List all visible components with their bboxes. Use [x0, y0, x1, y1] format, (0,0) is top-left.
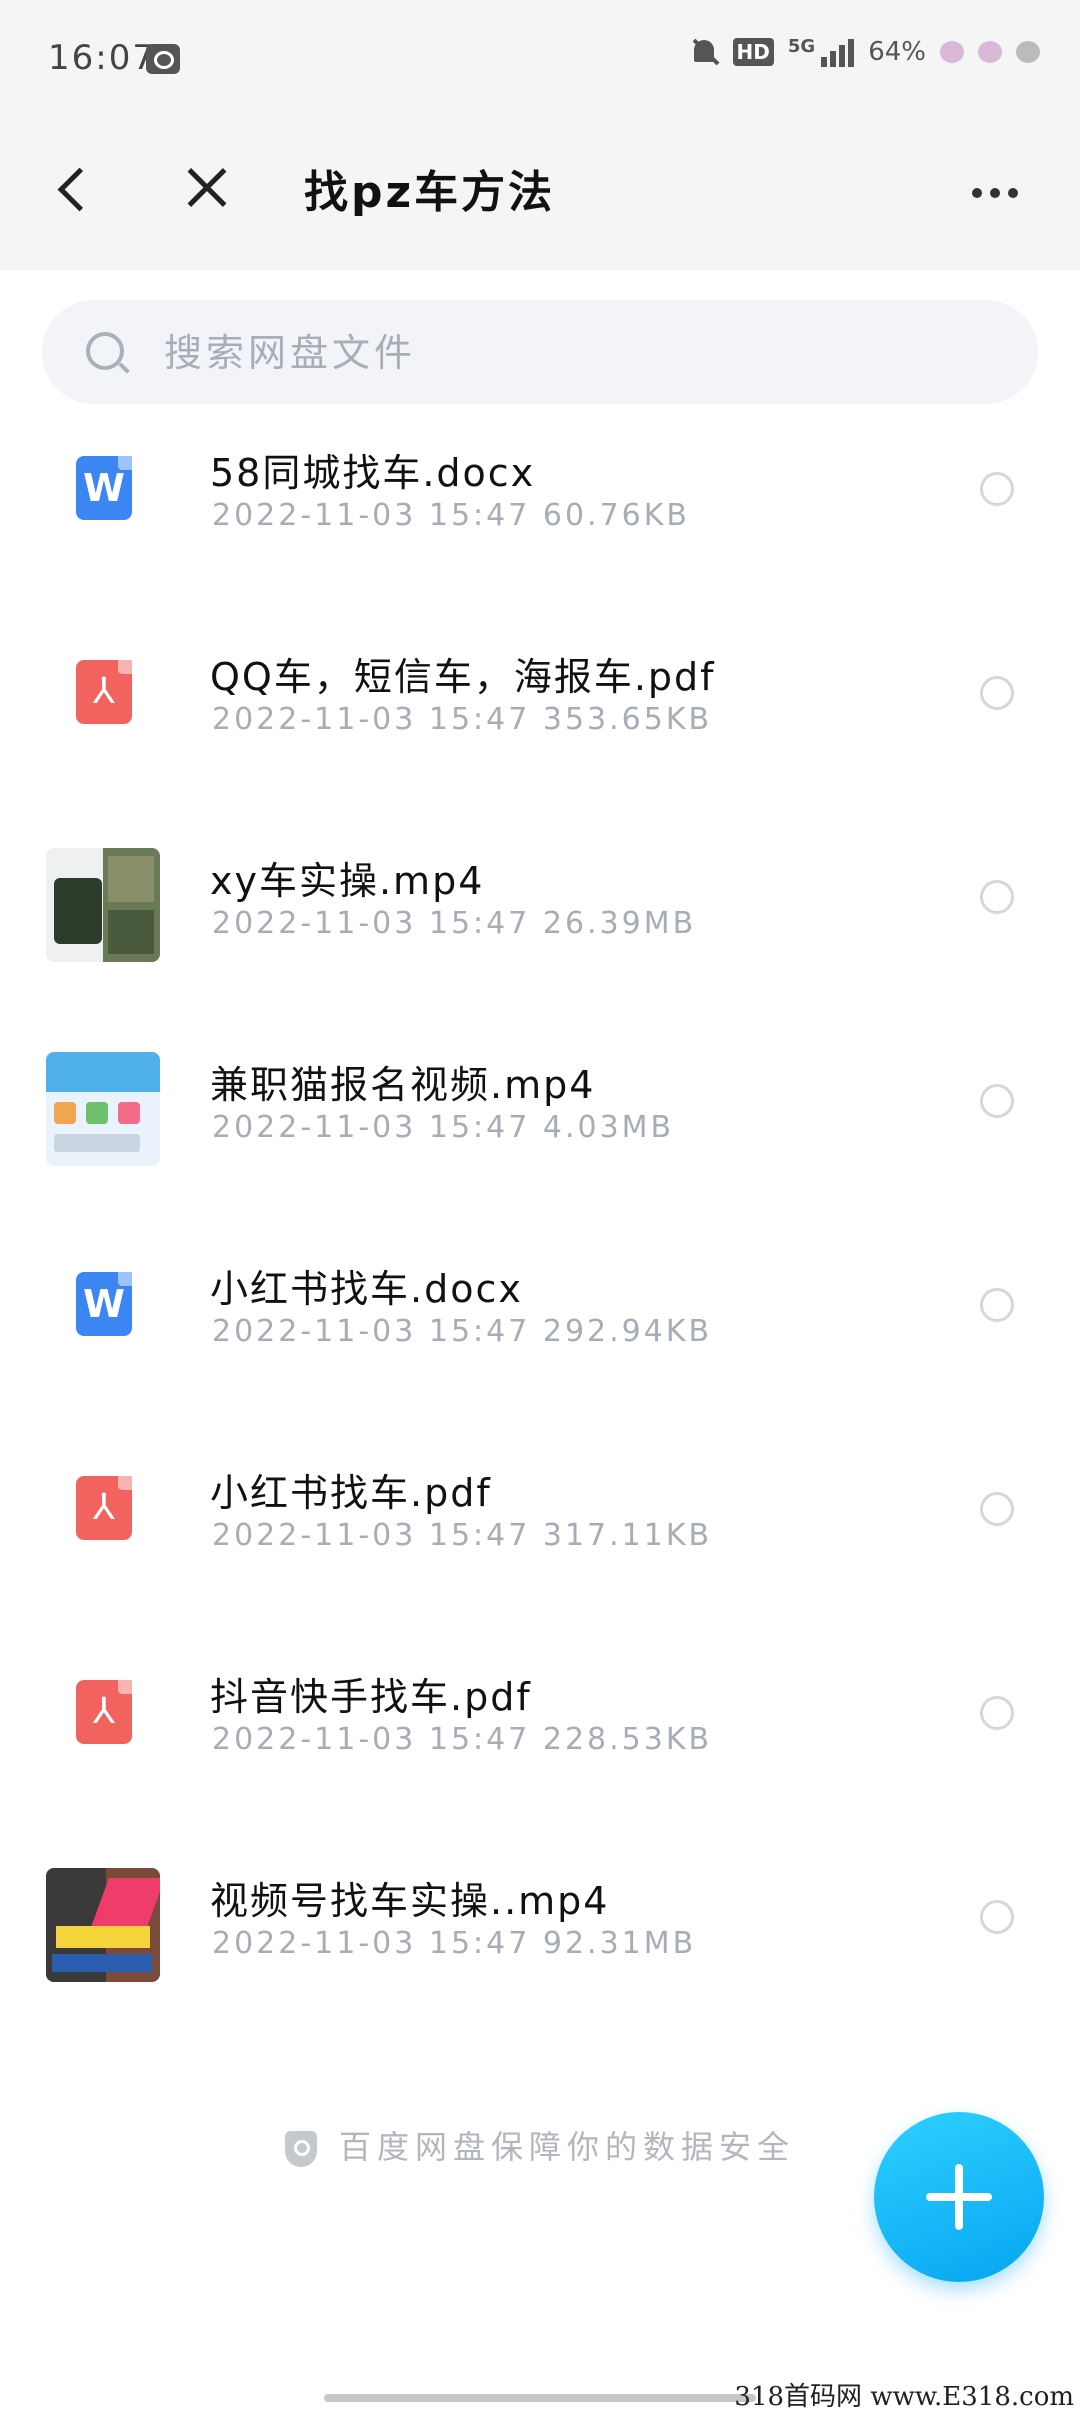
select-radio[interactable] — [980, 676, 1014, 710]
file-row[interactable]: 视频号找车实操..mp4 2022-11-03 15:47 92.31MB — [0, 1848, 1080, 2052]
close-button[interactable] — [178, 158, 238, 218]
word-file-icon: W — [76, 1272, 132, 1336]
file-row[interactable]: 兼职猫报名视频.mp4 2022-11-03 15:47 4.03MB — [0, 1032, 1080, 1236]
shield-icon — [284, 2131, 317, 2167]
file-name: xy车实操.mp4 — [210, 859, 485, 903]
file-name: 抖音快手找车.pdf — [210, 1675, 532, 1719]
file-meta: 2022-11-03 15:47 4.03MB — [212, 1110, 675, 1145]
add-button[interactable] — [874, 2112, 1044, 2282]
more-options-button[interactable] — [950, 168, 1040, 218]
watermark: 318首码网 www.E318.com — [734, 2382, 1074, 2412]
select-radio[interactable] — [980, 1084, 1014, 1118]
battery-level: 64% — [868, 37, 926, 67]
cloud-app-icon — [146, 44, 180, 74]
search-input[interactable] — [162, 320, 1006, 386]
file-list: W 58同城找车.docx 2022-11-03 15:47 60.76KB ⅄… — [0, 420, 1080, 2052]
file-name: 兼职猫报名视频.mp4 — [210, 1063, 596, 1107]
pdf-file-icon: ⅄ — [76, 1680, 132, 1744]
file-meta: 2022-11-03 15:47 60.76KB — [212, 498, 691, 533]
file-row[interactable]: W 小红书找车.docx 2022-11-03 15:47 292.94KB — [0, 1236, 1080, 1440]
file-meta: 2022-11-03 15:47 317.11KB — [212, 1518, 713, 1553]
file-row[interactable]: xy车实操.mp4 2022-11-03 15:47 26.39MB — [0, 828, 1080, 1032]
pdf-file-icon: ⅄ — [76, 1476, 132, 1540]
video-thumbnail — [46, 848, 160, 962]
signal-icon — [821, 37, 855, 67]
select-radio[interactable] — [980, 1288, 1014, 1322]
select-radio[interactable] — [980, 472, 1014, 506]
back-button[interactable] — [48, 158, 108, 218]
file-name: QQ车，短信车，海报车.pdf — [210, 655, 716, 699]
file-row[interactable]: ⅄ 小红书找车.pdf 2022-11-03 15:47 317.11KB — [0, 1440, 1080, 1644]
search-icon — [86, 332, 124, 370]
search-bar[interactable] — [42, 300, 1038, 404]
status-indicators: HD 5G 64% — [691, 36, 1040, 68]
select-radio[interactable] — [980, 880, 1014, 914]
notification-emoji-icon — [978, 41, 1002, 63]
page-title: 找pz车方法 — [304, 167, 556, 218]
network-type: 5G — [787, 36, 816, 57]
home-indicator[interactable] — [324, 2394, 756, 2402]
file-meta: 2022-11-03 15:47 228.53KB — [212, 1722, 713, 1757]
pdf-file-icon: ⅄ — [76, 660, 132, 724]
status-time: 16:07 — [48, 38, 156, 78]
file-name: 58同城找车.docx — [210, 451, 536, 495]
notification-cloud-icon — [1016, 41, 1040, 63]
file-row[interactable]: ⅄ 抖音快手找车.pdf 2022-11-03 15:47 228.53KB — [0, 1644, 1080, 1848]
safety-text: 百度网盘保障你的数据安全 — [338, 2128, 795, 2166]
dot-icon — [1008, 188, 1018, 198]
file-row[interactable]: W 58同城找车.docx 2022-11-03 15:47 60.76KB — [0, 420, 1080, 624]
select-radio[interactable] — [980, 1492, 1014, 1526]
word-file-icon: W — [76, 456, 132, 520]
file-name: 小红书找车.pdf — [210, 1471, 492, 1515]
file-meta: 2022-11-03 15:47 26.39MB — [212, 906, 697, 941]
status-bar: 16:07 HD 5G 64% — [0, 0, 1080, 108]
notification-emoji-icon — [940, 41, 964, 63]
file-row[interactable]: ⅄ QQ车，短信车，海报车.pdf 2022-11-03 15:47 353.6… — [0, 624, 1080, 828]
hd-badge: HD — [732, 38, 774, 66]
file-name: 视频号找车实操..mp4 — [210, 1879, 610, 1923]
video-thumbnail — [46, 1052, 160, 1166]
mute-bell-icon — [691, 36, 719, 68]
file-name: 小红书找车.docx — [210, 1267, 523, 1311]
dot-icon — [972, 188, 982, 198]
select-radio[interactable] — [980, 1696, 1014, 1730]
video-thumbnail — [46, 1868, 160, 1982]
select-radio[interactable] — [980, 1900, 1014, 1934]
file-meta: 2022-11-03 15:47 353.65KB — [212, 702, 713, 737]
dot-icon — [990, 188, 1000, 198]
top-app-bar: 找pz车方法 — [0, 108, 1080, 270]
file-meta: 2022-11-03 15:47 92.31MB — [212, 1926, 697, 1961]
file-meta: 2022-11-03 15:47 292.94KB — [212, 1314, 713, 1349]
